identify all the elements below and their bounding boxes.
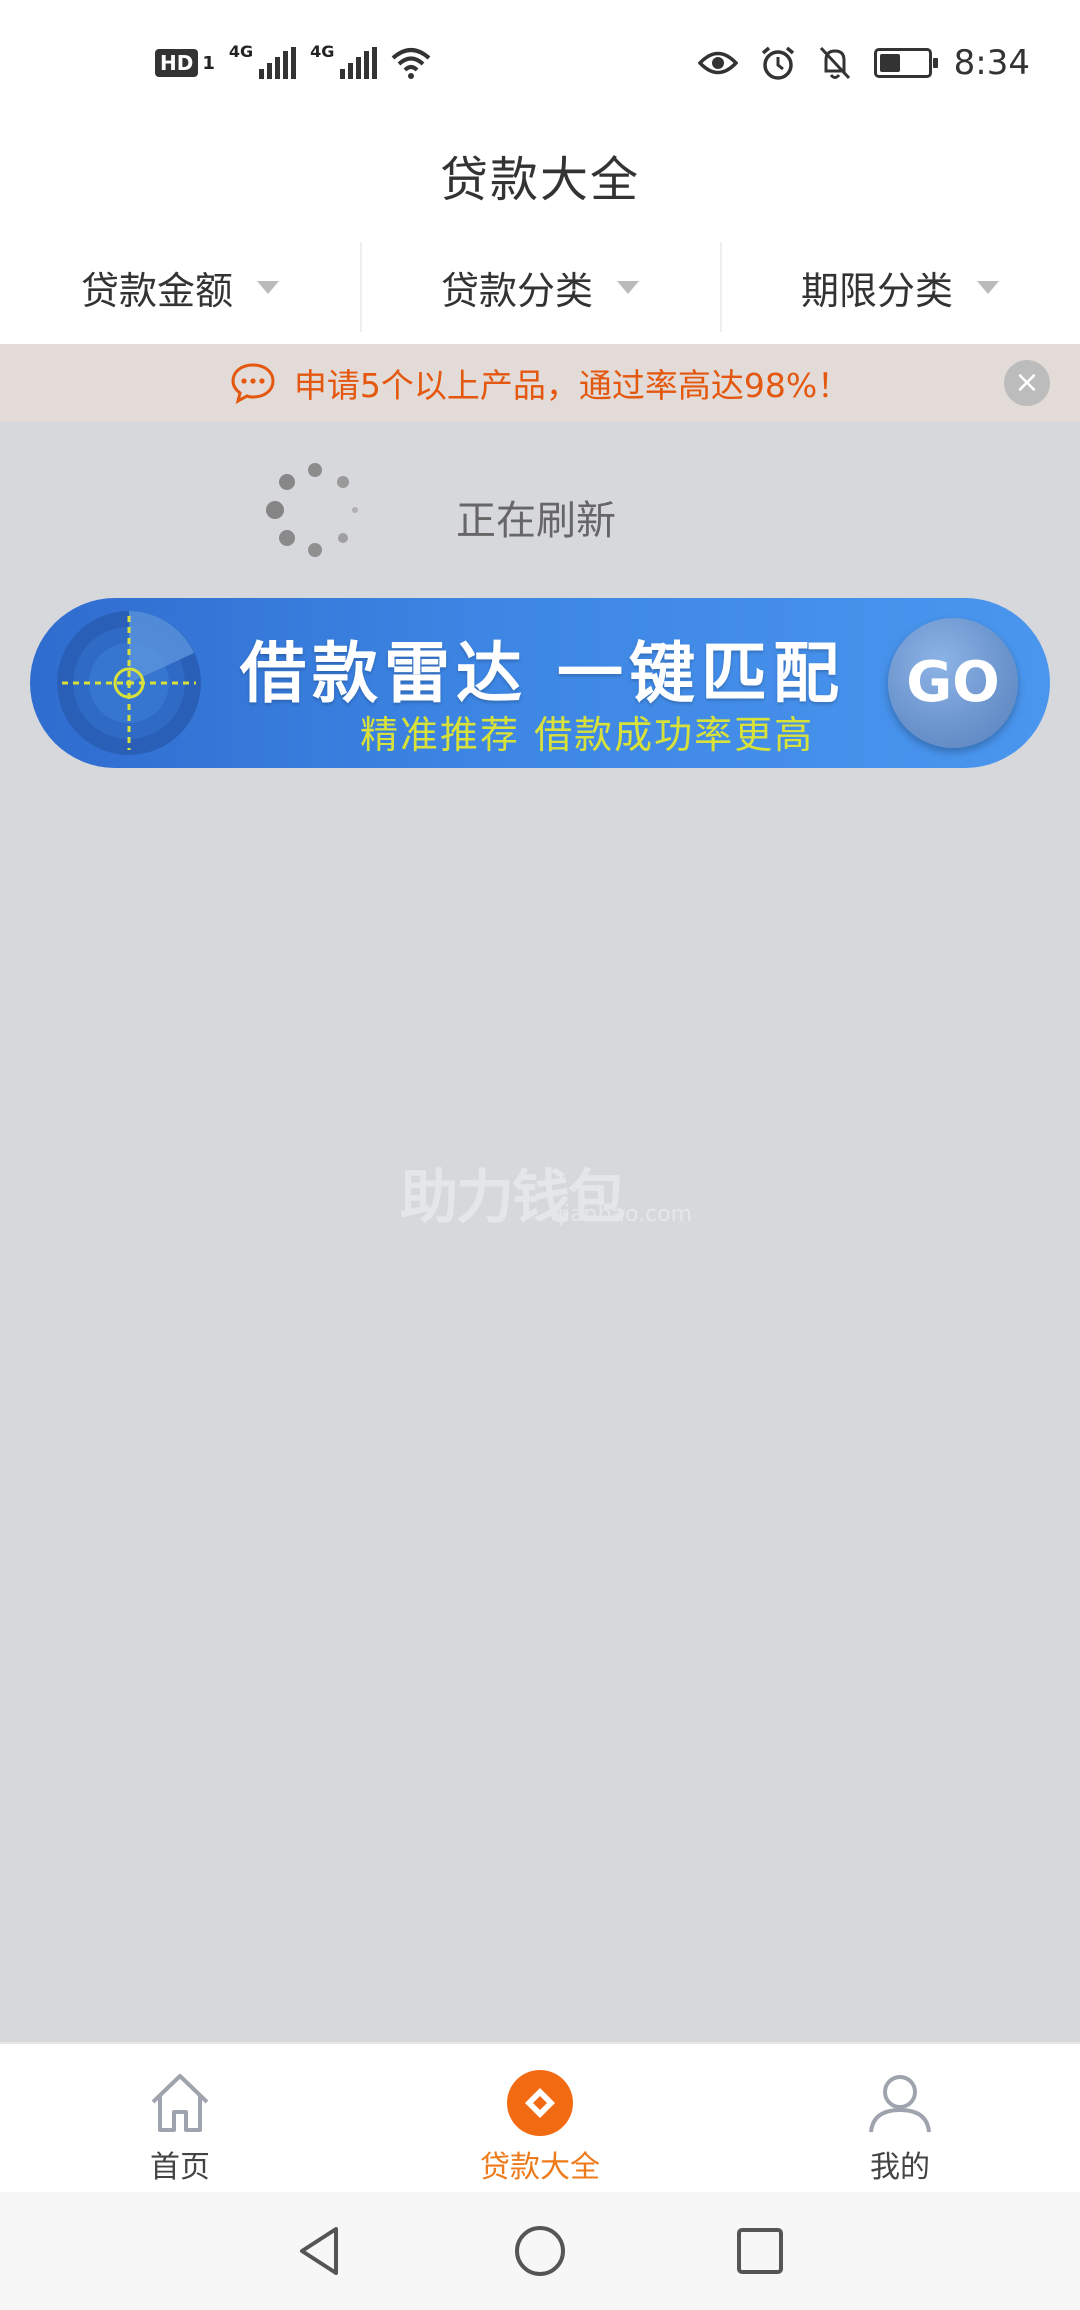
tab-label: 首页 xyxy=(150,2150,210,2185)
bottom-tab-bar: 首页 贷款大全 我的 xyxy=(0,2042,1080,2192)
banner-title: 借款雷达 一键匹配 xyxy=(240,635,845,712)
status-right: 8:34 xyxy=(697,38,1030,88)
signal-icon xyxy=(259,47,297,79)
battery-icon xyxy=(873,48,938,78)
hd-icon: HD xyxy=(155,49,199,77)
notice-bar[interactable]: 申请5个以上产品，通过率高达98%！ × xyxy=(0,344,1080,422)
alarm-icon xyxy=(761,46,794,80)
dropdown-triangle-icon xyxy=(617,280,639,294)
filter-term-category[interactable]: 期限分类 xyxy=(720,230,1080,344)
go-button[interactable]: GO xyxy=(888,618,1018,748)
page: HD 1 4G 4G 8:34 贷款大全 贷款金额 贷款分类 期限分类 申请5个… xyxy=(0,0,1080,2310)
tab-home[interactable]: 首页 xyxy=(0,2044,360,2192)
home-icon xyxy=(151,2074,209,2132)
dropdown-triangle-icon xyxy=(977,280,999,294)
loan-diamond-icon xyxy=(507,2070,573,2136)
header: 贷款大全 xyxy=(0,120,1080,230)
watermark-url: qianbao.com xyxy=(550,1202,693,1227)
status-bar: HD 1 4G 4G 8:34 xyxy=(0,0,1080,120)
tab-label: 贷款大全 xyxy=(480,2150,600,2185)
filter-loan-amount[interactable]: 贷款金额 xyxy=(0,230,360,344)
recents-square-icon[interactable] xyxy=(730,2221,790,2281)
tab-label: 我的 xyxy=(870,2150,930,2185)
page-title: 贷款大全 xyxy=(439,152,640,208)
tab-loan-list[interactable]: 贷款大全 xyxy=(360,2044,720,2192)
filter-label: 期限分类 xyxy=(800,268,953,313)
sim-number: 1 xyxy=(202,52,215,74)
user-icon xyxy=(869,2075,931,2133)
refresh-text: 正在刷新 xyxy=(456,498,616,544)
filter-label: 贷款金额 xyxy=(80,268,233,313)
loading-spinner-icon xyxy=(266,463,358,557)
watermark-logo: 助力钱包 qianbao.com xyxy=(400,1150,692,1231)
radar-icon xyxy=(57,611,201,755)
dropdown-triangle-icon xyxy=(257,280,279,294)
eye-icon xyxy=(697,51,738,75)
network-type-2: 4G xyxy=(310,41,335,61)
refresh-indicator: 正在刷新 xyxy=(0,460,1080,560)
status-left: HD 1 4G 4G xyxy=(155,38,431,88)
filter-loan-category[interactable]: 贷款分类 xyxy=(360,230,720,344)
filter-label: 贷款分类 xyxy=(440,268,593,313)
banner-subtitle: 精准推荐 借款成功率更高 xyxy=(360,713,815,757)
filter-bar: 贷款金额 贷款分类 期限分类 xyxy=(0,230,1080,344)
loan-radar-banner[interactable]: 借款雷达 一键匹配 精准推荐 借款成功率更高 GO xyxy=(30,598,1050,768)
notice-text: 申请5个以上产品，通过率高达98%！ xyxy=(293,366,851,405)
wifi-icon xyxy=(392,48,431,79)
home-circle-icon[interactable] xyxy=(510,2221,570,2281)
status-time: 8:34 xyxy=(953,43,1030,83)
system-nav-bar xyxy=(0,2192,1080,2310)
message-bubble-icon xyxy=(231,363,275,404)
bell-off-icon xyxy=(819,46,850,80)
battery-level xyxy=(879,54,901,72)
back-triangle-icon[interactable] xyxy=(290,2221,350,2281)
signal-icon-2 xyxy=(340,47,378,79)
network-type-1: 4G xyxy=(228,41,254,61)
tab-mine[interactable]: 我的 xyxy=(720,2044,1080,2192)
close-notice-button[interactable]: × xyxy=(1004,360,1050,406)
